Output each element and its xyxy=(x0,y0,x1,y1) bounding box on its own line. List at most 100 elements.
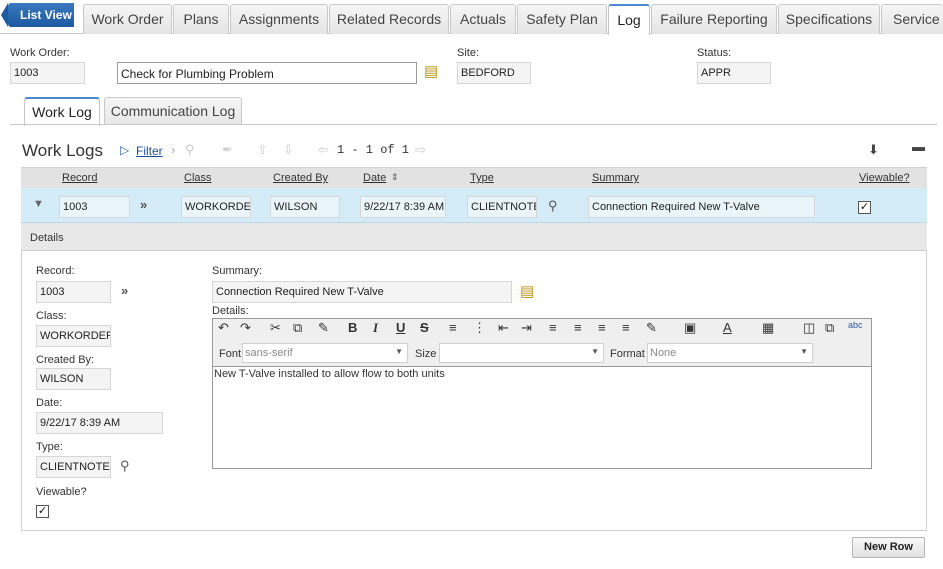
indent-icon[interactable]: ⇥ xyxy=(521,321,532,334)
work-logs-title: Work Logs xyxy=(22,141,103,160)
type-label: Type: xyxy=(36,441,63,453)
highlight-icon[interactable]: ▦ xyxy=(762,321,774,334)
row-class-field[interactable]: WORKORDE xyxy=(181,196,251,218)
filter-icon[interactable]: ▷ xyxy=(120,144,129,156)
list-view-button[interactable]: List View xyxy=(1,3,74,27)
size-select[interactable] xyxy=(439,343,604,363)
row-created-by-field[interactable]: WILSON xyxy=(270,196,340,218)
row-date-field[interactable]: 9/22/17 8:39 AM xyxy=(360,196,446,218)
description-field[interactable]: Check for Plumbing Problem xyxy=(117,62,417,84)
strikethrough-icon[interactable]: S xyxy=(420,321,429,334)
status-label: Status: xyxy=(697,47,732,59)
tab-actuals[interactable]: Actuals xyxy=(450,4,516,34)
format-label: Format xyxy=(610,348,645,360)
column-class[interactable]: Class xyxy=(184,172,212,184)
long-description-icon[interactable]: ▤ xyxy=(424,64,438,79)
record-field[interactable]: 1003 xyxy=(36,281,111,303)
site-field[interactable]: BEDFORD xyxy=(457,62,531,84)
type-search-icon[interactable]: ⚲ xyxy=(120,459,130,472)
bullet-list-icon[interactable]: ⋮ xyxy=(473,321,486,334)
download-icon[interactable]: ⬇ xyxy=(868,143,879,156)
go-to-icon[interactable]: » xyxy=(140,198,147,211)
table-row[interactable]: ▼ 1003 » WORKORDE WILSON 9/22/17 8:39 AM… xyxy=(21,188,927,223)
undo-icon[interactable]: ↶ xyxy=(218,321,229,334)
row-summary-field[interactable]: Connection Required New T-Valve xyxy=(588,196,815,218)
new-row-button[interactable]: New Row xyxy=(852,537,925,558)
paste-text-icon[interactable]: ⧉ xyxy=(825,321,834,334)
filter-link[interactable]: Filter xyxy=(136,144,163,158)
search-icon[interactable]: ⚲ xyxy=(185,143,195,156)
collapse-table-icon[interactable]: ▬ xyxy=(912,140,925,153)
type-lookup-icon[interactable]: ⚲ xyxy=(548,199,558,212)
tab-failure-reporting[interactable]: Failure Reporting xyxy=(651,4,777,34)
created-by-field[interactable]: WILSON xyxy=(36,368,111,390)
row-record-field[interactable]: 1003 xyxy=(59,196,130,218)
arrow-down-icon[interactable]: ⇩ xyxy=(283,143,294,156)
top-tab-bar: List View Work Order Plans Assignments R… xyxy=(0,0,943,35)
tab-work-log[interactable]: Work Log xyxy=(24,97,100,126)
tab-assignments[interactable]: Assignments xyxy=(230,4,328,34)
summary-label: Summary: xyxy=(212,265,263,277)
class-label: Class: xyxy=(36,310,67,322)
details-label: Details: xyxy=(212,305,249,317)
align-right-icon[interactable]: ≡ xyxy=(598,321,606,334)
sort-icon[interactable]: ⇕ xyxy=(391,173,399,182)
bold-icon[interactable]: B xyxy=(348,321,357,334)
column-date[interactable]: Date xyxy=(363,172,386,184)
column-type[interactable]: Type xyxy=(470,172,494,184)
arrow-up-icon[interactable]: ⇧ xyxy=(257,143,268,156)
class-field[interactable]: WORKORDER xyxy=(36,325,111,347)
source-icon[interactable]: ◫ xyxy=(803,321,815,334)
column-viewable[interactable]: Viewable? xyxy=(859,172,910,184)
previous-page-icon[interactable]: ⇦ xyxy=(318,143,329,156)
tab-specifications[interactable]: Specifications xyxy=(778,4,880,34)
status-field[interactable]: APPR xyxy=(697,62,771,84)
link-icon[interactable]: ✎ xyxy=(646,321,657,334)
next-page-icon[interactable]: ⇨ xyxy=(415,143,426,156)
tab-safety-plan[interactable]: Safety Plan xyxy=(517,4,607,34)
row-type-field[interactable]: CLIENTNOTE xyxy=(467,196,537,218)
tab-service-address[interactable]: Service A xyxy=(881,4,943,34)
tab-plans[interactable]: Plans xyxy=(173,4,229,34)
paste-icon[interactable]: ✎ xyxy=(318,321,329,334)
copy-icon[interactable]: ⧉ xyxy=(293,321,302,334)
align-left-icon[interactable]: ≡ xyxy=(549,321,557,334)
redo-icon[interactable]: ↷ xyxy=(240,321,251,334)
row-collapse-icon[interactable]: ▼ xyxy=(33,199,44,210)
spellcheck-icon[interactable]: abc xyxy=(848,321,863,330)
align-center-icon[interactable]: ≡ xyxy=(574,321,582,334)
row-viewable-checkbox[interactable]: ✓ xyxy=(858,201,871,214)
type-field[interactable]: CLIENTNOTE xyxy=(36,456,111,478)
tab-communication-log[interactable]: Communication Log xyxy=(104,97,242,125)
size-label: Size xyxy=(415,348,437,360)
clear-filter-icon[interactable]: ✒ xyxy=(222,143,233,156)
numbered-list-icon[interactable]: ≡ xyxy=(449,321,457,334)
justify-icon[interactable]: ≡ xyxy=(622,321,630,334)
chevron-right-icon[interactable]: › xyxy=(171,143,175,156)
date-field[interactable]: 9/22/17 8:39 AM xyxy=(36,412,163,434)
insert-image-icon[interactable]: ▣ xyxy=(684,321,696,334)
tab-related-records[interactable]: Related Records xyxy=(329,4,449,34)
subtab-divider xyxy=(10,124,937,125)
outdent-icon[interactable]: ⇤ xyxy=(498,321,509,334)
summary-long-description-icon[interactable]: ▤ xyxy=(520,284,534,299)
details-section-header[interactable]: Details xyxy=(21,223,927,251)
tab-log[interactable]: Log xyxy=(608,4,650,35)
pagination-text: 1 - 1 of 1 xyxy=(337,143,410,157)
italic-icon[interactable]: I xyxy=(373,321,378,334)
summary-field[interactable]: Connection Required New T-Valve xyxy=(212,281,512,303)
viewable-checkbox[interactable]: ✓ xyxy=(36,505,49,518)
column-summary[interactable]: Summary xyxy=(592,172,639,184)
details-editor[interactable]: New T-Valve installed to allow flow to b… xyxy=(212,366,872,469)
underline-icon[interactable]: U xyxy=(396,321,405,334)
work-order-field[interactable]: 1003 xyxy=(10,62,85,84)
font-select[interactable]: sans-serif xyxy=(242,343,408,363)
site-label: Site: xyxy=(457,47,480,59)
column-record[interactable]: Record xyxy=(62,172,97,184)
tab-work-order[interactable]: Work Order xyxy=(83,4,172,34)
column-created-by[interactable]: Created By xyxy=(273,172,328,184)
font-color-icon[interactable]: A xyxy=(723,321,732,334)
format-select[interactable]: None xyxy=(647,343,813,363)
cut-icon[interactable]: ✂ xyxy=(270,321,281,334)
record-go-to-icon[interactable]: » xyxy=(121,284,128,297)
